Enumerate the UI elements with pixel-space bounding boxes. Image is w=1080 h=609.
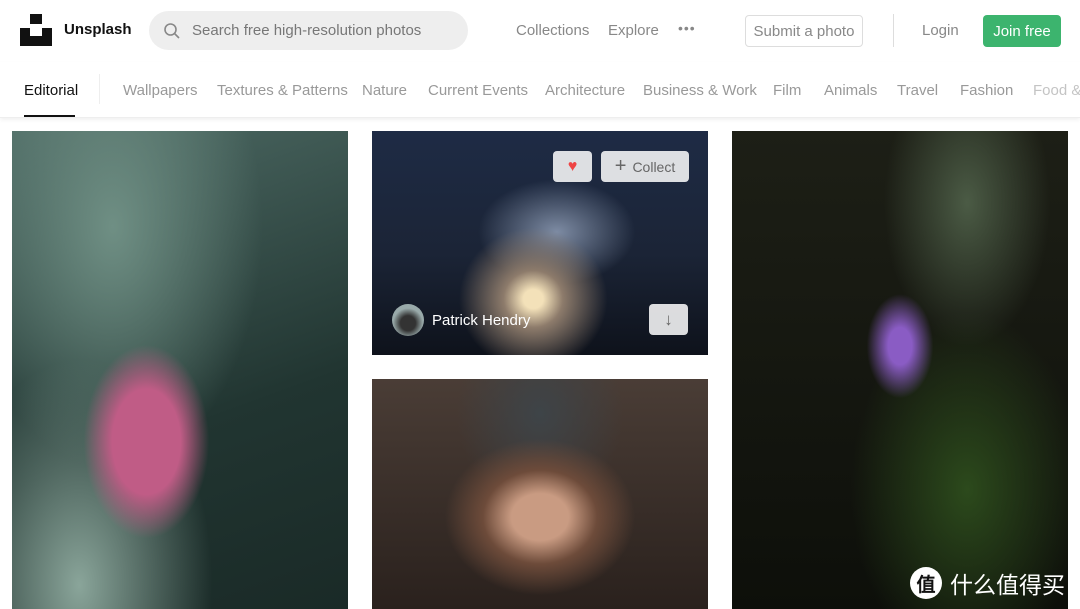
tab-textures-patterns[interactable]: Textures & Patterns bbox=[217, 82, 348, 99]
collect-button[interactable]: + Collect bbox=[601, 151, 689, 182]
search-input[interactable]: Search free high-resolution photos bbox=[149, 11, 468, 50]
tab-fashion[interactable]: Fashion bbox=[960, 82, 1013, 99]
tab-travel[interactable]: Travel bbox=[897, 82, 938, 99]
search-placeholder: Search free high-resolution photos bbox=[192, 22, 422, 39]
watermark-logo-icon: 值 bbox=[910, 567, 942, 599]
photo-woman-hat[interactable] bbox=[372, 379, 708, 609]
tab-editorial[interactable]: Editorial bbox=[24, 82, 78, 99]
divider bbox=[99, 74, 100, 104]
login-link[interactable]: Login bbox=[922, 22, 959, 39]
like-button[interactable]: ♥ bbox=[553, 151, 592, 182]
join-free-button[interactable]: Join free bbox=[983, 15, 1061, 47]
submit-photo-button[interactable]: Submit a photo bbox=[745, 15, 863, 47]
active-tab-underline bbox=[24, 115, 75, 117]
plus-icon: + bbox=[614, 155, 627, 177]
nav-explore[interactable]: Explore bbox=[608, 22, 659, 39]
more-icon[interactable]: ••• bbox=[678, 20, 696, 36]
unsplash-logo-icon[interactable] bbox=[20, 14, 52, 46]
collect-label: Collect bbox=[632, 158, 676, 175]
photo-sunset-clouds[interactable]: ♥ + Collect Patrick Hendry ↓ bbox=[372, 131, 708, 355]
brand-name[interactable]: Unsplash bbox=[64, 21, 132, 38]
divider bbox=[893, 14, 894, 47]
heart-icon: ♥ bbox=[567, 157, 578, 175]
watermark-text: 什么值得买 bbox=[950, 572, 1065, 598]
tab-current-events[interactable]: Current Events bbox=[428, 82, 528, 99]
tab-business-work[interactable]: Business & Work bbox=[643, 82, 757, 99]
tab-wallpapers[interactable]: Wallpapers bbox=[123, 82, 197, 99]
photo-lupine-flower[interactable] bbox=[732, 131, 1068, 609]
category-nav: Editorial Wallpapers Textures & Patterns… bbox=[0, 62, 1080, 118]
author-name[interactable]: Patrick Hendry bbox=[432, 312, 530, 329]
tab-animals[interactable]: Animals bbox=[824, 82, 877, 99]
download-button[interactable]: ↓ bbox=[649, 304, 688, 335]
photo-lotus[interactable] bbox=[12, 131, 348, 609]
tab-architecture[interactable]: Architecture bbox=[545, 82, 625, 99]
search-icon bbox=[164, 22, 180, 39]
avatar[interactable] bbox=[392, 304, 424, 336]
top-header: Unsplash Search free high-resolution pho… bbox=[0, 0, 1080, 62]
tab-nature[interactable]: Nature bbox=[362, 82, 407, 99]
arrow-down-icon: ↓ bbox=[664, 309, 673, 329]
nav-collections[interactable]: Collections bbox=[516, 22, 589, 39]
tab-food-drink[interactable]: Food & bbox=[1033, 82, 1080, 99]
watermark: 值 什么值得买 bbox=[910, 566, 1065, 600]
tab-film[interactable]: Film bbox=[773, 82, 801, 99]
